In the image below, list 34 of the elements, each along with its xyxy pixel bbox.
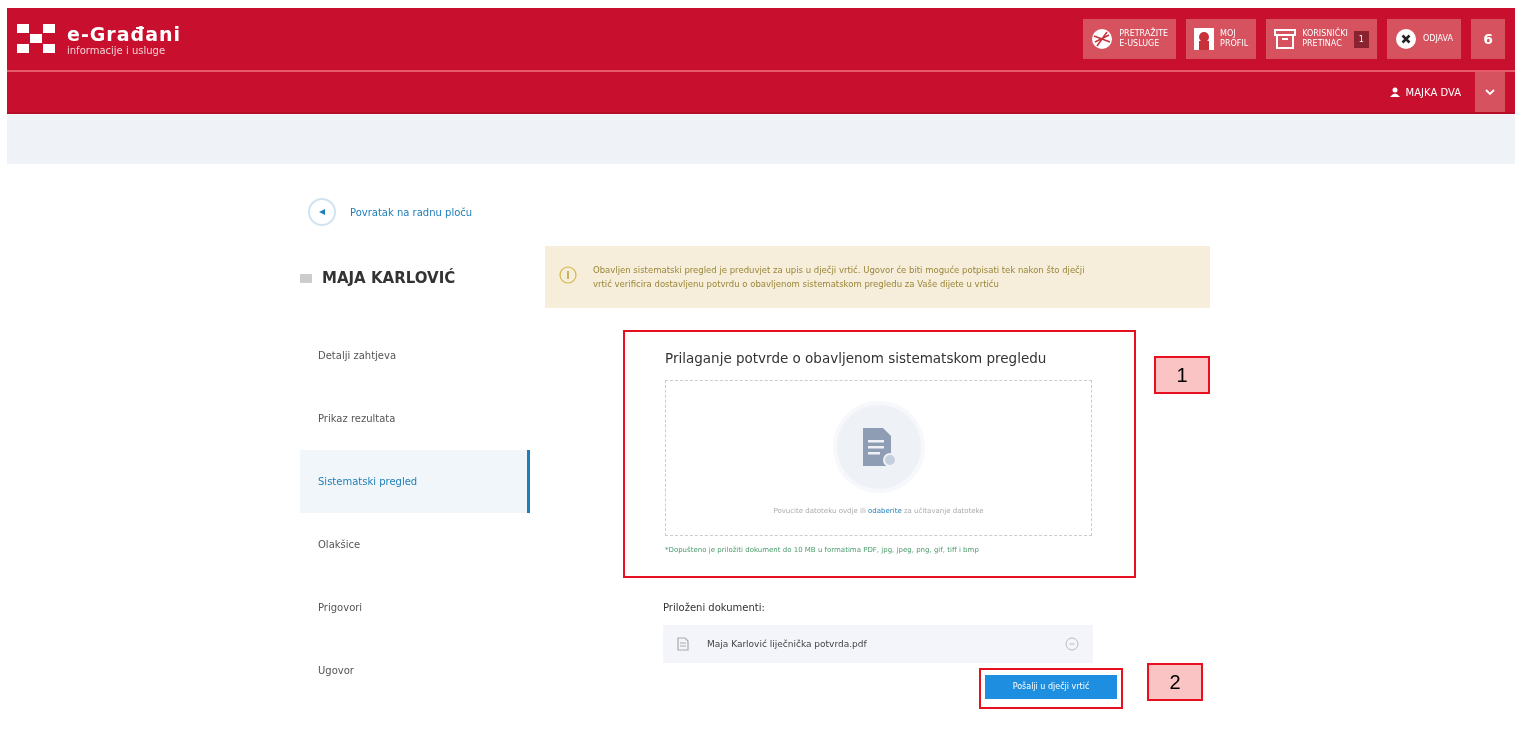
callout-label: 2 xyxy=(1147,663,1203,701)
profile-icon xyxy=(1194,28,1215,50)
sidebar-item[interactable]: Olakšice xyxy=(300,513,530,576)
attachments-label: Priloženi dokumenti: xyxy=(663,602,766,613)
file-name[interactable]: Maja Karlović liječnička potvrda.pdf xyxy=(707,639,1047,649)
person-name: MAJA KARLOVIĆ xyxy=(322,269,456,287)
count-badge: 1 xyxy=(1353,30,1369,48)
upload-title: Prilaganje potvrde o obavljenom sistematskom pregledu xyxy=(665,350,1048,366)
checker-logo-icon[interactable] xyxy=(17,24,57,54)
site-subtitle: informacije i usluge xyxy=(67,44,167,56)
user-name[interactable]: MAJKA DVA xyxy=(1389,86,1461,98)
sidebar-item[interactable]: Ugovor xyxy=(300,639,530,702)
header-button[interactable]: ODJAVA xyxy=(1386,19,1461,59)
dropdown-button[interactable] xyxy=(1475,72,1505,112)
callout-label: 1 xyxy=(1154,356,1210,394)
folder-icon xyxy=(300,273,312,283)
inbox-icon xyxy=(1274,29,1297,49)
alert-message: Obavljen sistematski pregled je preduvjet za upis u dječji vrtić. Ugovor će biti moguće potpisati tek nakon što dječji vrtić verificira dostavljenu potvrdu o obavljenom sistematskom pregledu za Vaše dijete u vrtiću xyxy=(593,263,1085,291)
sidebar-item[interactable]: Sistematski pregled xyxy=(300,450,530,513)
submit-button[interactable]: Pošalji u dječji vrtić xyxy=(985,674,1117,699)
person-icon xyxy=(1389,87,1400,97)
sidebar-item[interactable]: Detalji zahtjeva xyxy=(300,324,530,387)
sidebar-item[interactable]: Prigovori xyxy=(300,576,530,639)
file-icon xyxy=(677,637,689,651)
header-button[interactable]: KORISNIČKI PRETINAC 1 xyxy=(1266,19,1377,59)
sidebar-item[interactable]: Prikaz rezultata xyxy=(300,387,530,450)
chevron-down-icon xyxy=(1485,89,1495,95)
header-button[interactable]: 6 xyxy=(1471,19,1505,59)
remove-icon[interactable] xyxy=(1065,637,1079,651)
header-button[interactable]: MOJ PROFIL xyxy=(1186,19,1257,59)
back-link[interactable]: Povratak na radnu ploču xyxy=(308,192,530,232)
close-icon xyxy=(1394,28,1417,50)
site-title[interactable]: e-Građani xyxy=(67,22,182,45)
header-button[interactable]: PRETRAŽITE E-USLUGE xyxy=(1083,19,1177,59)
